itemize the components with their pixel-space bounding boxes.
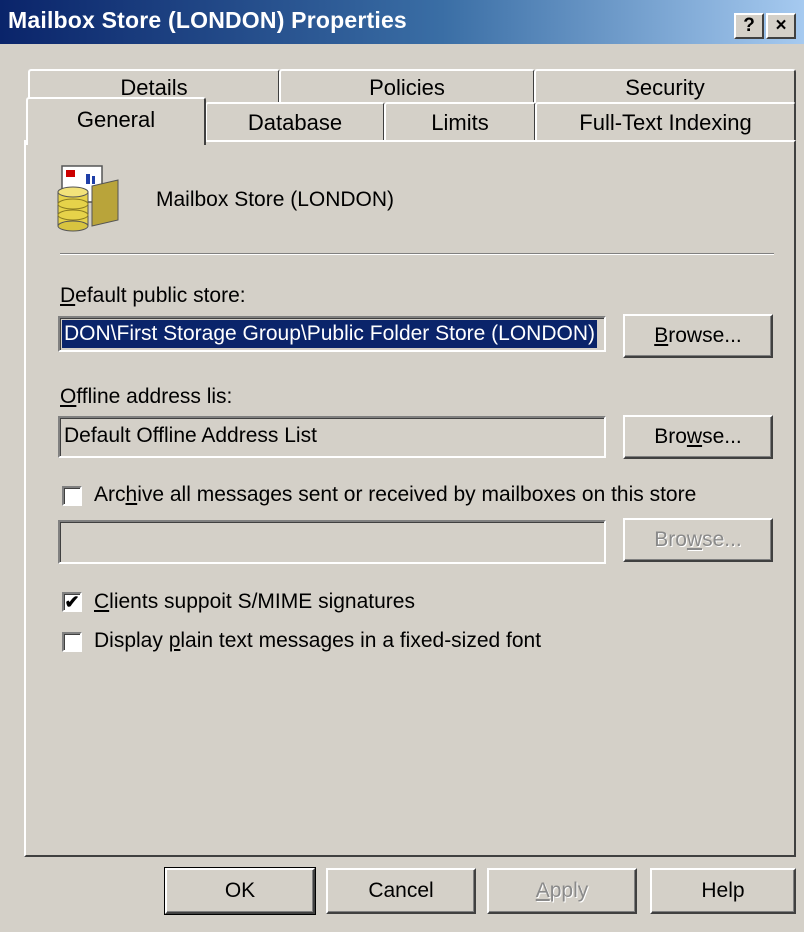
offline-address-list-label-rest: ffline address lis: [76, 385, 233, 408]
archive-checkbox[interactable] [62, 486, 82, 506]
ok-button[interactable]: OK [164, 867, 316, 915]
title-bar: Mailbox Store (LONDON) Properties ? × [0, 0, 804, 44]
tab-policies[interactable]: Policies [279, 69, 535, 105]
default-public-store-field[interactable]: DON\First Storage Group\Public Folder St… [58, 316, 606, 352]
offline-address-list-label: Offline address lis: [60, 385, 232, 409]
smime-label: Clients suppoit S/MIME signatures [94, 590, 415, 613]
mailbox-store-icon [56, 162, 122, 232]
archive-field [58, 520, 606, 564]
apply-rest: pply [549, 879, 589, 902]
tab-database[interactable]: Database [205, 102, 385, 142]
default-public-store-value: DON\First Storage Group\Public Folder St… [62, 320, 597, 348]
tab-full-text-indexing[interactable]: Full-Text Indexing [535, 102, 796, 142]
archive-browse-button[interactable]: Browse... [623, 518, 773, 562]
default-public-store-label-mnemonic: D [60, 284, 76, 307]
help-button[interactable]: Help [650, 868, 796, 914]
plain-text-label: Display plain text messages in a fixed-s… [94, 629, 542, 652]
default-public-store-label: Default public store: [60, 284, 246, 308]
offline-address-list-browse-button[interactable]: Browse... [623, 415, 773, 459]
apply-mnemonic: A [535, 879, 550, 902]
smime-checkbox[interactable]: ✔ [62, 592, 82, 612]
browse-button-mnemonic: Browse... [654, 324, 742, 347]
offline-address-list-label-mnemonic: O [60, 385, 77, 408]
window-title: Mailbox Store (LONDON) Properties [8, 7, 407, 33]
header-separator [60, 253, 774, 255]
close-title-button[interactable]: × [766, 13, 796, 39]
store-name-label: Mailbox Store (LONDON) [156, 188, 395, 211]
archive-browse-mnemonic: Browse... [654, 528, 742, 551]
apply-button[interactable]: Apply [487, 868, 637, 914]
default-public-store-browse-button[interactable]: Browse... [623, 314, 773, 358]
tab-general[interactable]: General [26, 97, 206, 145]
offline-address-list-field[interactable]: Default Offline Address List [58, 416, 606, 458]
general-tab-panel: Mailbox Store (LONDON) Default public st… [24, 140, 796, 857]
tab-limits[interactable]: Limits [384, 102, 536, 142]
browse-offline-mnemonic: Browse... [654, 425, 742, 448]
archive-label: Archive all messages sent or received by… [94, 483, 697, 506]
plain-text-checkbox[interactable] [62, 632, 82, 652]
default-public-store-label-rest: efault public store: [75, 284, 246, 307]
properties-dialog: Mailbox Store (LONDON) Properties ? × De… [0, 0, 804, 932]
cancel-button[interactable]: Cancel [326, 868, 476, 914]
tab-security[interactable]: Security [534, 69, 796, 105]
help-title-button[interactable]: ? [734, 13, 764, 39]
